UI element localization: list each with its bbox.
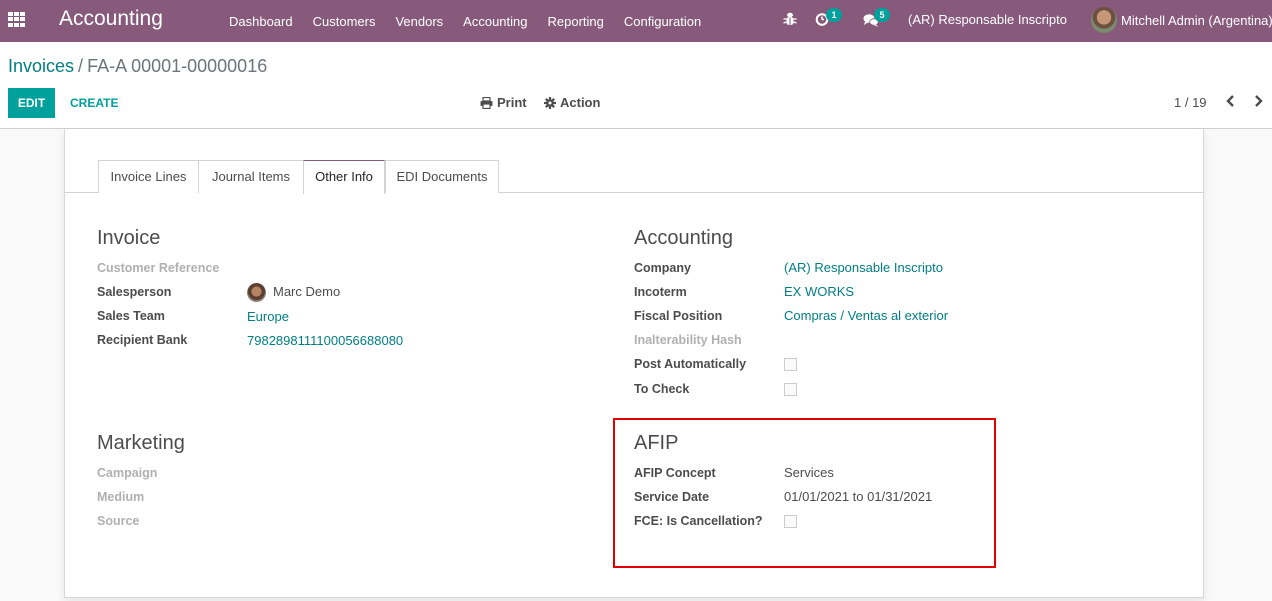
menu-configuration[interactable]: Configuration bbox=[614, 14, 711, 29]
customer-reference-label: Customer Reference bbox=[97, 261, 220, 275]
notebook-tabs: Invoice Lines Journal Items Other Info E… bbox=[65, 160, 1203, 194]
bug-icon[interactable] bbox=[783, 11, 797, 27]
tab-other-info[interactable]: Other Info bbox=[303, 160, 385, 194]
to-check-label: To Check bbox=[634, 382, 690, 396]
print-button[interactable]: Print bbox=[480, 95, 527, 110]
service-date-value: 01/01/2021 to 01/31/2021 bbox=[784, 489, 933, 504]
post-automatically-checkbox[interactable] bbox=[784, 358, 797, 371]
company-label: Company bbox=[634, 261, 691, 275]
breadcrumb-invoices-link[interactable]: Invoices bbox=[8, 56, 74, 76]
menu-customers[interactable]: Customers bbox=[303, 14, 386, 29]
company-value[interactable]: (AR) Responsable Inscripto bbox=[784, 260, 943, 275]
app-name[interactable]: Accounting bbox=[59, 7, 163, 31]
afip-concept-label: AFIP Concept bbox=[634, 466, 716, 480]
fiscal-position-value[interactable]: Compras / Ventas al exterior bbox=[784, 308, 948, 323]
to-check-checkbox[interactable] bbox=[784, 383, 797, 396]
menu-reporting[interactable]: Reporting bbox=[538, 14, 614, 29]
fiscal-position-label: Fiscal Position bbox=[634, 309, 723, 323]
salesperson-avatar bbox=[247, 283, 266, 302]
printer-icon bbox=[480, 96, 493, 109]
breadcrumb-separator: / bbox=[78, 56, 84, 76]
incoterm-label: Incoterm bbox=[634, 285, 687, 299]
action-label: Action bbox=[560, 95, 601, 110]
campaign-label: Campaign bbox=[97, 466, 158, 480]
sales-team-label: Sales Team bbox=[97, 309, 165, 323]
breadcrumb-current: FA-A 00001-00000016 bbox=[87, 56, 268, 76]
tab-edi-documents[interactable]: EDI Documents bbox=[385, 160, 499, 193]
afip-concept-value: Services bbox=[784, 465, 834, 480]
print-label: Print bbox=[497, 95, 527, 110]
fce-cancellation-label: FCE: Is Cancellation? bbox=[634, 514, 763, 528]
post-automatically-label: Post Automatically bbox=[634, 357, 747, 371]
message-count-badge: 5 bbox=[874, 8, 890, 22]
tab-invoice-lines[interactable]: Invoice Lines bbox=[98, 160, 199, 193]
marketing-group-title: Marketing bbox=[97, 432, 185, 454]
main-menu: Dashboard Customers Vendors Accounting R… bbox=[219, 0, 711, 42]
afip-group-title: AFIP bbox=[634, 432, 679, 454]
accounting-group-title: Accounting bbox=[634, 227, 733, 249]
salesperson-label: Salesperson bbox=[97, 285, 172, 299]
chevron-right-icon bbox=[1255, 95, 1263, 107]
form-view: Invoice Lines Journal Items Other Info E… bbox=[0, 129, 1272, 601]
user-menu[interactable]: Mitchell Admin (Argentina) bbox=[1091, 7, 1272, 33]
control-panel: Invoices / FA-A 00001-00000016 EDIT CREATE… bbox=[0, 42, 1272, 129]
menu-vendors[interactable]: Vendors bbox=[385, 14, 453, 29]
source-label: Source bbox=[97, 514, 140, 528]
breadcrumb: Invoices / FA-A 00001-00000016 bbox=[8, 56, 267, 77]
company-switcher[interactable]: (AR) Responsable Inscripto bbox=[908, 12, 1067, 27]
pager-previous-button[interactable] bbox=[1226, 94, 1235, 110]
invoice-group-title: Invoice bbox=[97, 227, 161, 249]
salesperson-value[interactable]: Marc Demo bbox=[273, 284, 340, 299]
user-avatar bbox=[1091, 7, 1117, 33]
fce-cancellation-checkbox[interactable] bbox=[784, 515, 797, 528]
incoterm-value[interactable]: EX WORKS bbox=[784, 284, 854, 299]
sales-team-value[interactable]: Europe bbox=[247, 309, 289, 324]
edit-button[interactable]: EDIT bbox=[8, 88, 55, 118]
recipient-bank-value[interactable]: 7982898111100056688080 bbox=[247, 333, 403, 348]
inalterability-hash-label: Inalterability Hash bbox=[634, 333, 742, 347]
gear-icon bbox=[544, 96, 556, 109]
menu-dashboard[interactable]: Dashboard bbox=[219, 14, 303, 29]
tab-journal-items[interactable]: Journal Items bbox=[198, 160, 304, 193]
form-sheet: Invoice Lines Journal Items Other Info E… bbox=[64, 129, 1204, 598]
activity-count-badge: 1 bbox=[826, 8, 842, 22]
pager-next-button[interactable] bbox=[1254, 94, 1263, 110]
service-date-label: Service Date bbox=[634, 490, 710, 504]
apps-grid-icon[interactable] bbox=[8, 12, 25, 27]
top-navbar: Accounting Dashboard Customers Vendors A… bbox=[0, 0, 1272, 42]
chevron-left-icon bbox=[1226, 95, 1234, 107]
action-button[interactable]: Action bbox=[544, 95, 600, 110]
pager-value[interactable]: 1 / 19 bbox=[1174, 95, 1207, 110]
create-button[interactable]: CREATE bbox=[62, 88, 126, 118]
menu-accounting[interactable]: Accounting bbox=[453, 14, 537, 29]
user-name: Mitchell Admin (Argentina) bbox=[1121, 12, 1272, 28]
medium-label: Medium bbox=[97, 490, 145, 504]
recipient-bank-label: Recipient Bank bbox=[97, 333, 188, 347]
